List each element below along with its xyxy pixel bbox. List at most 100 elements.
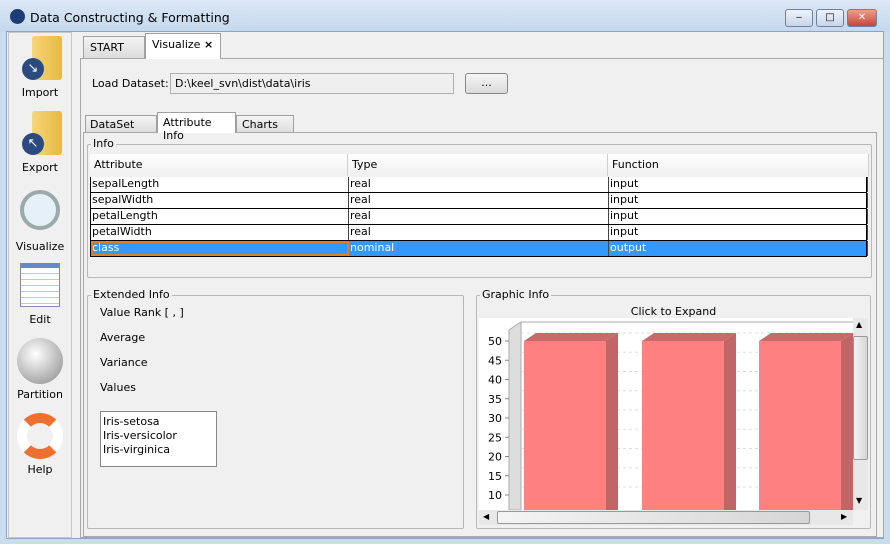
magnifier-icon bbox=[16, 190, 64, 240]
sidebar-item-visualize[interactable]: Visualize bbox=[8, 186, 72, 253]
table-row[interactable]: class nominal output bbox=[90, 241, 868, 257]
table-cell[interactable]: nominal bbox=[349, 241, 609, 256]
sidebar-item-label: Help bbox=[27, 463, 53, 476]
bar-side bbox=[606, 333, 618, 510]
table-cell[interactable]: petalWidth bbox=[91, 225, 349, 240]
values-label: Values bbox=[100, 381, 136, 394]
dataset-path-field[interactable]: D:\keel_svn\dist\data\iris bbox=[170, 73, 454, 94]
bar bbox=[524, 341, 606, 510]
table-row[interactable]: petalWidth real input bbox=[90, 225, 868, 241]
load-dataset-label: Load Dataset: bbox=[92, 77, 169, 90]
table-cell[interactable]: sepalWidth bbox=[91, 193, 349, 208]
y-tick-label: 50 bbox=[488, 335, 502, 348]
table-cell[interactable]: class bbox=[91, 241, 349, 256]
tab-dataset-view[interactable]: DataSet View bbox=[85, 115, 157, 144]
table-row[interactable]: petalLength real input bbox=[90, 209, 868, 225]
y-tick-label: 25 bbox=[488, 431, 502, 444]
y-tick-label: 35 bbox=[488, 393, 502, 406]
horizontal-scroll-thumb[interactable] bbox=[497, 511, 810, 524]
sidebar-item-label: Export bbox=[21, 161, 58, 174]
close-button[interactable]: ✕ bbox=[847, 9, 877, 27]
bar bbox=[642, 341, 724, 510]
bar-side bbox=[724, 333, 736, 510]
info-group: Info Attribute Type Function sepalLength… bbox=[87, 137, 872, 278]
table-cell[interactable]: real bbox=[349, 193, 609, 208]
sidebar-item-label: Partition bbox=[17, 388, 63, 401]
extended-info-group: Extended Info Value Rank [ , ] Average V… bbox=[87, 288, 464, 529]
sidebar-item-partition[interactable]: Partition bbox=[8, 336, 72, 401]
scroll-left-icon[interactable]: ◀ bbox=[483, 512, 489, 521]
table-cell[interactable]: input bbox=[609, 225, 868, 240]
table-cell[interactable]: real bbox=[349, 225, 609, 240]
average-label: Average bbox=[100, 331, 146, 344]
sidebar-item-edit[interactable]: Edit bbox=[8, 261, 72, 326]
scroll-down-icon[interactable]: ▼ bbox=[856, 496, 862, 505]
graphic-info-legend: Graphic Info bbox=[480, 288, 552, 301]
maximize-button[interactable]: □ bbox=[816, 9, 844, 27]
bar-side bbox=[841, 333, 853, 510]
scroll-right-icon[interactable]: ▶ bbox=[841, 512, 847, 521]
bar-top bbox=[524, 333, 618, 341]
y-tick-label: 20 bbox=[488, 451, 502, 464]
lifebuoy-icon bbox=[16, 413, 64, 463]
table-cell[interactable]: real bbox=[349, 177, 609, 192]
table-row[interactable]: sepalWidth real input bbox=[90, 193, 868, 209]
horizontal-scrollbar[interactable]: ◀ ▶ bbox=[479, 510, 853, 525]
tab-attribute-info[interactable]: Attribute Info bbox=[157, 112, 236, 142]
table-row[interactable]: sepalLength real input bbox=[90, 177, 868, 193]
y-tick-label: 10 bbox=[488, 489, 502, 502]
list-item[interactable]: Iris-setosa bbox=[103, 415, 214, 429]
list-item[interactable]: Iris-versicolor bbox=[103, 429, 214, 443]
sidebar-item-help[interactable]: Help bbox=[8, 411, 72, 476]
table-cell[interactable]: output bbox=[609, 241, 868, 256]
value-rank-label: Value Rank [ , ] bbox=[100, 306, 184, 319]
y-tick-label: 40 bbox=[488, 374, 502, 387]
sidebar-item-label: Edit bbox=[29, 313, 51, 326]
click-to-expand-label[interactable]: Click to Expand bbox=[477, 305, 870, 318]
y-tick-label: 45 bbox=[488, 354, 502, 367]
sidebar-item-import[interactable]: ↘ Import bbox=[8, 36, 72, 99]
table-cell[interactable]: input bbox=[609, 209, 868, 224]
export-folder-icon: ↖ bbox=[16, 111, 64, 161]
bar-top bbox=[759, 333, 853, 341]
bar-chart[interactable]: 10 15 20 25 30 35 40 45 50 bbox=[479, 318, 853, 510]
table-cell[interactable]: sepalLength bbox=[91, 177, 349, 192]
table-cell[interactable]: petalLength bbox=[91, 209, 349, 224]
list-item[interactable]: Iris-virginica bbox=[103, 443, 214, 457]
browse-button[interactable]: ... bbox=[465, 73, 508, 94]
info-legend: Info bbox=[91, 137, 116, 150]
column-header-attribute[interactable]: Attribute bbox=[90, 154, 348, 176]
column-header-type[interactable]: Type bbox=[348, 154, 608, 176]
window-title: Data Constructing & Formatting bbox=[30, 10, 230, 25]
y-tick-label: 30 bbox=[488, 412, 502, 425]
variance-label: Variance bbox=[100, 356, 148, 369]
tab-visualize[interactable]: Visualize × bbox=[145, 33, 221, 59]
vertical-scrollbar[interactable]: ▲ ▼ bbox=[853, 318, 868, 510]
sidebar-item-label: Visualize bbox=[15, 240, 65, 253]
table-cell[interactable]: input bbox=[609, 177, 868, 192]
title-bar: Data Constructing & Formatting ‒ □ ✕ bbox=[0, 0, 890, 32]
tab-visualize-label: Visualize bbox=[152, 38, 201, 51]
app-icon bbox=[10, 9, 25, 24]
column-header-function[interactable]: Function bbox=[608, 154, 869, 176]
notepad-pencil-icon bbox=[16, 263, 64, 313]
tab-start[interactable]: START bbox=[83, 36, 145, 58]
values-list[interactable]: Iris-setosa Iris-versicolor Iris-virgini… bbox=[100, 411, 217, 467]
minimize-button[interactable]: ‒ bbox=[785, 9, 813, 27]
vertical-scroll-thumb[interactable] bbox=[853, 336, 868, 460]
table-cell[interactable]: input bbox=[609, 193, 868, 208]
scroll-up-icon[interactable]: ▲ bbox=[856, 320, 862, 329]
sidebar-item-export[interactable]: ↖ Export bbox=[8, 111, 72, 174]
sidebar-item-label: Import bbox=[21, 86, 59, 99]
pie-icon bbox=[16, 338, 64, 388]
bar-top bbox=[642, 333, 736, 341]
y-tick-label: 15 bbox=[488, 470, 502, 483]
attribute-table: Attribute Type Function sepalLength real i… bbox=[90, 154, 869, 274]
import-folder-icon: ↘ bbox=[16, 36, 64, 86]
table-cell[interactable]: real bbox=[349, 209, 609, 224]
bar bbox=[759, 341, 841, 510]
chart-side-wall bbox=[508, 321, 522, 510]
extended-info-legend: Extended Info bbox=[91, 288, 172, 301]
tab-charts-2d[interactable]: Charts 2D bbox=[236, 115, 294, 144]
tab-close-icon[interactable]: × bbox=[204, 38, 213, 51]
